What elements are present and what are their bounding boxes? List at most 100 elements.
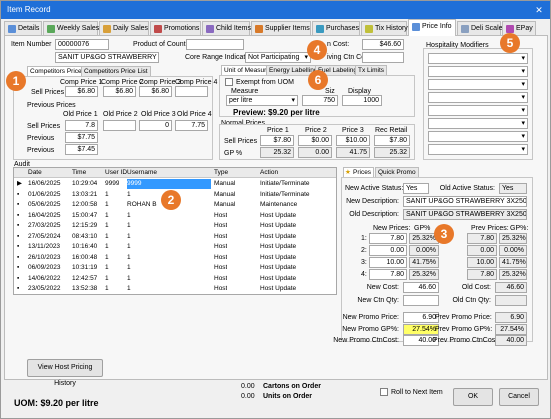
audit-row[interactable]: ▪ 27/03/2025 12:15:29 1 1 Host Host Update (14, 221, 336, 231)
audit-row[interactable]: ▪ 23/05/2022 13:52:38 1 1 Host Host Update (14, 284, 336, 294)
country-field[interactable] (186, 39, 244, 50)
hospitality-select-3[interactable] (428, 79, 528, 90)
price-2-field[interactable]: $0.00 (298, 135, 332, 146)
annotation-badge-6: 6 (308, 70, 328, 90)
comp-price-2-field[interactable]: $6.80 (103, 86, 136, 97)
description-field[interactable]: SANIT UP&GO STRAWBERRY 3X250ML (55, 52, 159, 63)
core-range-select[interactable]: Not Participating (245, 52, 311, 63)
old-price-2-field[interactable] (103, 120, 136, 131)
type-cell: Manual (214, 180, 236, 187)
hospitality-select-5[interactable] (428, 105, 528, 116)
audit-row[interactable]: ▪ 06/09/2023 10:31:19 1 1 Host Host Update (14, 263, 336, 273)
new-price-field[interactable]: 0.00 (369, 245, 407, 256)
previous-1-field[interactable]: $7.75 (65, 132, 98, 143)
audit-row[interactable]: ▪ 16/04/2025 15:00:47 1 1 Host Host Update (14, 211, 336, 221)
close-icon[interactable]: ✕ (532, 4, 546, 16)
tab-competitors-prices[interactable]: Competitors Prices (27, 66, 88, 76)
tab-label: Price Info (422, 23, 452, 30)
audit-grid[interactable]: Date Time User ID Username Type Action ▶… (13, 167, 337, 295)
user-id-cell: 1 (105, 253, 109, 261)
tab-supplier-items[interactable]: Supplier Items (251, 21, 311, 35)
tab-price-info[interactable]: Price Info (408, 19, 456, 36)
username-column-header[interactable]: Username (127, 168, 157, 178)
comp-price-1-field[interactable]: $6.80 (65, 86, 98, 97)
row-indicator-icon: ▪ (17, 274, 20, 282)
previous-2-field[interactable]: $7.45 (65, 144, 98, 155)
living-ctn-cost-field[interactable] (362, 52, 404, 63)
time-cell: 12:42:57 (72, 274, 98, 282)
display-field[interactable]: 1000 (342, 95, 382, 106)
size-field[interactable]: 750 (302, 95, 338, 106)
new-price-field[interactable]: 7.80 (369, 269, 407, 280)
cancel-button[interactable]: Cancel (499, 388, 539, 406)
new-promo-price-label: New Promo Price: (342, 314, 399, 321)
gp-rec-field: 25.32 (374, 147, 410, 158)
action-cell: Maintenance (260, 201, 298, 208)
hospitality-select-6[interactable] (428, 118, 528, 129)
tab-label: Details (18, 25, 40, 32)
tab-daily-sales[interactable]: Daily Sales (99, 21, 149, 35)
comp-price-3-field[interactable]: $6.80 (139, 86, 172, 97)
cartons-value: 0.00 (241, 383, 255, 390)
hospitality-select-1[interactable] (428, 53, 528, 64)
gp-3-field: 41.75 (336, 147, 370, 158)
rec-retail-field[interactable]: $7.80 (374, 135, 410, 146)
old-price-4-field[interactable]: 7.75 (175, 120, 208, 131)
tab-purchases[interactable]: Purchases (312, 21, 360, 35)
user-id-column-header[interactable]: User ID (105, 168, 127, 178)
price-1-field[interactable]: $7.80 (260, 135, 294, 146)
price-3-field[interactable]: $10.00 (336, 135, 370, 146)
comp-header-1: Comp Price 1 (60, 79, 103, 86)
tab-weekly-sales[interactable]: Weekly Sales (43, 21, 99, 35)
prev-gp-field: 25.32% (499, 233, 527, 244)
audit-row[interactable]: ▪ 27/05/2024 08:43:10 1 1 Host Host Update (14, 232, 336, 242)
audit-row[interactable]: ▪ 26/10/2023 16:00:48 1 1 Host Host Update (14, 253, 336, 263)
hospitality-select-8[interactable] (428, 144, 528, 155)
audit-row[interactable]: ▪ 13/11/2023 10:16:40 1 1 Host Host Update (14, 242, 336, 252)
roll-to-next-checkbox[interactable] (380, 388, 388, 396)
tab-tx-limits[interactable]: Tx Limits (355, 65, 387, 75)
old-price-1-field[interactable]: 7.8 (65, 120, 98, 131)
purchases-icon (316, 25, 324, 33)
tab-tix-history[interactable]: Tix History (361, 21, 408, 35)
tab-competitors-price-list[interactable]: Competitors Price List (81, 66, 151, 76)
time-column-header[interactable]: Time (72, 168, 86, 178)
tab-promotions[interactable]: Promotions (150, 21, 201, 35)
new-ctn-qty-field[interactable] (403, 295, 439, 306)
new-price-field[interactable]: 10.00 (369, 257, 407, 268)
normal-sell-label: Sell Prices (224, 138, 258, 145)
date-cell: 01/06/2025 (28, 190, 61, 198)
date-cell: 26/10/2023 (28, 253, 61, 261)
new-description-field[interactable]: SANIT UP&GO STRAWBERRY 3X250ML (403, 196, 527, 207)
tab-quick-promo[interactable]: Quick Promo (375, 167, 419, 177)
old-price-3-field[interactable]: 0 (139, 120, 172, 131)
audit-row[interactable]: ▶ 16/06/2025 10:29:04 9999 9999 Manual Initiat… (14, 179, 336, 189)
tab-prices[interactable]: ★ Prices (343, 167, 375, 177)
exempt-uom-checkbox[interactable] (225, 78, 233, 86)
new-price-field[interactable]: 7.80 (369, 233, 407, 244)
new-promo-price-field[interactable]: 6.90 (403, 312, 439, 323)
hospitality-select-2[interactable] (428, 66, 528, 77)
action-column-header[interactable]: Action (260, 168, 278, 178)
hospitality-select-7[interactable] (428, 131, 528, 142)
tab-deli-scale[interactable]: Deli Scale (457, 21, 503, 35)
measure-select[interactable]: per litre (226, 95, 298, 106)
comp-price-4-field[interactable] (175, 86, 208, 97)
new-cost-field[interactable]: 46.60 (403, 282, 439, 293)
tab-child-items[interactable]: Child Items (202, 21, 251, 35)
date-column-header[interactable]: Date (28, 168, 42, 178)
audit-row[interactable]: ▪ 14/06/2022 12:42:57 1 1 Host Host Update (14, 274, 336, 284)
type-cell: Host (214, 274, 228, 282)
gp-label: GP% (414, 225, 431, 232)
type-column-header[interactable]: Type (214, 168, 228, 178)
size-label: Siz (325, 88, 335, 95)
item-number-field[interactable]: 00000076 (55, 39, 109, 50)
view-host-pricing-history-button[interactable]: View Host Pricing History (27, 359, 103, 387)
item-number-label: Item Number (11, 41, 52, 48)
new-active-status-field[interactable]: Yes (403, 183, 429, 194)
n-cost-field[interactable]: $46.60 (362, 39, 404, 50)
user-id-cell: 1 (105, 274, 109, 282)
hospitality-select-4[interactable] (428, 92, 528, 103)
tab-details[interactable]: Details (4, 21, 42, 35)
ok-button[interactable]: OK (453, 388, 493, 406)
